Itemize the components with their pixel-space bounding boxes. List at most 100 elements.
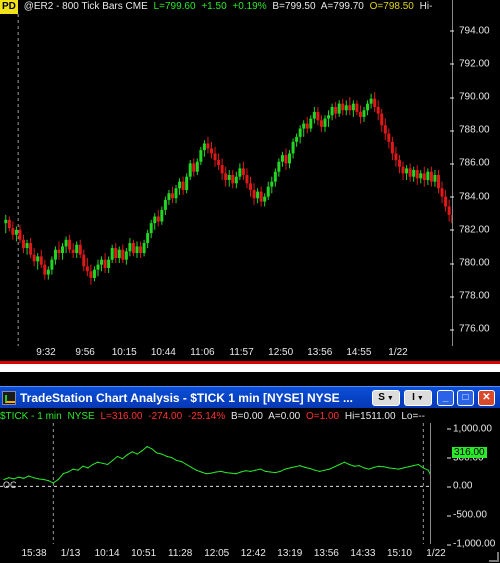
tick-point [240,471,242,473]
price-bar [170,186,174,204]
tick-point [427,469,429,471]
price-bar [263,193,267,207]
tick-point [284,468,286,470]
percent-change: +0.19% [232,1,267,12]
price-bar [188,160,192,180]
price-bar [405,165,409,180]
maximize-button[interactable]: □ [457,390,474,406]
price-bar [29,238,33,259]
price-bar [18,224,22,244]
tick-point [230,472,232,474]
price-bar [330,103,334,121]
price-bar [245,168,249,189]
price-bar [256,188,260,204]
price-bar [312,106,316,124]
price-bar [227,170,231,187]
price-bar [316,106,320,126]
price-bar [344,100,348,116]
pd-badge[interactable]: PD [0,0,18,14]
price-bar [355,100,359,116]
price-plot-area[interactable] [0,14,452,346]
tick-point [57,478,59,481]
upper-chart-status-line: PD @ER2 - 800 Tick Bars CME L=799.60 +1.… [0,0,452,14]
tick-net-change: -274.00 [148,411,183,422]
window-titlebar[interactable]: TradeStation Chart Analysis - $TICK 1 mi… [0,386,500,408]
tick-point [92,463,94,466]
symbol-dropdown-label: S [378,392,385,403]
tick-point [67,471,69,473]
tick-point [72,468,74,470]
price-bar [383,118,387,141]
price-bar [131,239,135,257]
tick-plot-area[interactable] [0,423,430,544]
price-bar [376,100,380,121]
price-bar [231,170,235,189]
tick-value-label: -500.00 [447,509,487,521]
price-bar [71,243,75,259]
price-bar [280,151,284,167]
price-bar [284,148,288,171]
price-bar [305,116,309,134]
close-button[interactable]: ✕ [478,390,495,406]
price-bar [309,115,313,132]
time-axis: 9:32 9:56 10:15 10:44 11:06 11:57 12:50 13:56 14… [0,346,500,360]
tick-value-axis[interactable]: 1,000.00500.000.00-500.00-1,000.00 [430,423,500,550]
price-bar [121,244,125,263]
price-bar [295,133,299,147]
tick-point [279,470,281,472]
tick-point [358,465,360,467]
window-title: TradeStation Chart Analysis - $TICK 1 mi… [20,391,353,405]
price-bar [358,105,362,124]
tick-series-line [3,446,430,484]
price-bar [206,136,210,154]
tick-point [151,448,153,450]
minimize-button[interactable]: _ [437,390,454,406]
tick-point [126,454,128,456]
tick-point [338,463,341,466]
tick-point [161,453,163,455]
tick-point [185,463,188,466]
price-bar [408,163,412,182]
tick-bid: B=0.00 [231,411,263,422]
close-icon: ✕ [482,392,491,403]
time-tick-label: 9:32 [36,347,56,358]
tick-chart-window: TradeStation Chart Analysis - $TICK 1 mi… [0,372,500,563]
time-tick-label: 10:15 [111,347,137,358]
tick-point [141,450,143,452]
tick-point [314,469,316,471]
price-bar [348,97,352,116]
symbol-dropdown-button[interactable]: S ▼ [372,390,400,406]
maximize-icon: □ [462,392,469,403]
price-bar [369,93,373,109]
price-bar [4,214,8,234]
price-tick-label: 786.00 [450,157,490,169]
tick-point [422,467,424,469]
price-bar [117,246,121,263]
price-bar [273,168,277,187]
tick-time-label: 14:33 [350,548,376,559]
price-bar [57,241,61,260]
price-bar [149,219,153,239]
resize-grip-icon[interactable] [489,552,499,562]
tick-point [156,452,158,454]
scrollbar-thumb[interactable] [0,362,500,364]
price-bar [401,161,405,180]
time-tick-label: 10:44 [150,347,176,358]
price-axis[interactable]: 794.00 792.00 790.00 788.00 786.00 784.00 782.… [450,0,500,346]
high-price: Hi- [419,1,433,12]
price-bar [75,241,79,259]
horizontal-scrollbar[interactable] [0,361,500,372]
tick-point [205,473,207,475]
price-bar [380,108,384,132]
tick-point [363,467,365,469]
tick-point [378,465,380,467]
price-tick-label: 776.00 [450,323,490,335]
tick-point [215,471,217,473]
price-bar [422,166,426,187]
tick-ask: A=0.00 [268,411,301,422]
tick-point [166,455,168,458]
tick-percent-change: -25.14% [187,411,226,422]
tick-symbol-label: $TICK - 1 min [0,411,62,422]
interval-dropdown-button[interactable]: I ▼ [404,390,432,406]
price-bar [213,146,217,167]
